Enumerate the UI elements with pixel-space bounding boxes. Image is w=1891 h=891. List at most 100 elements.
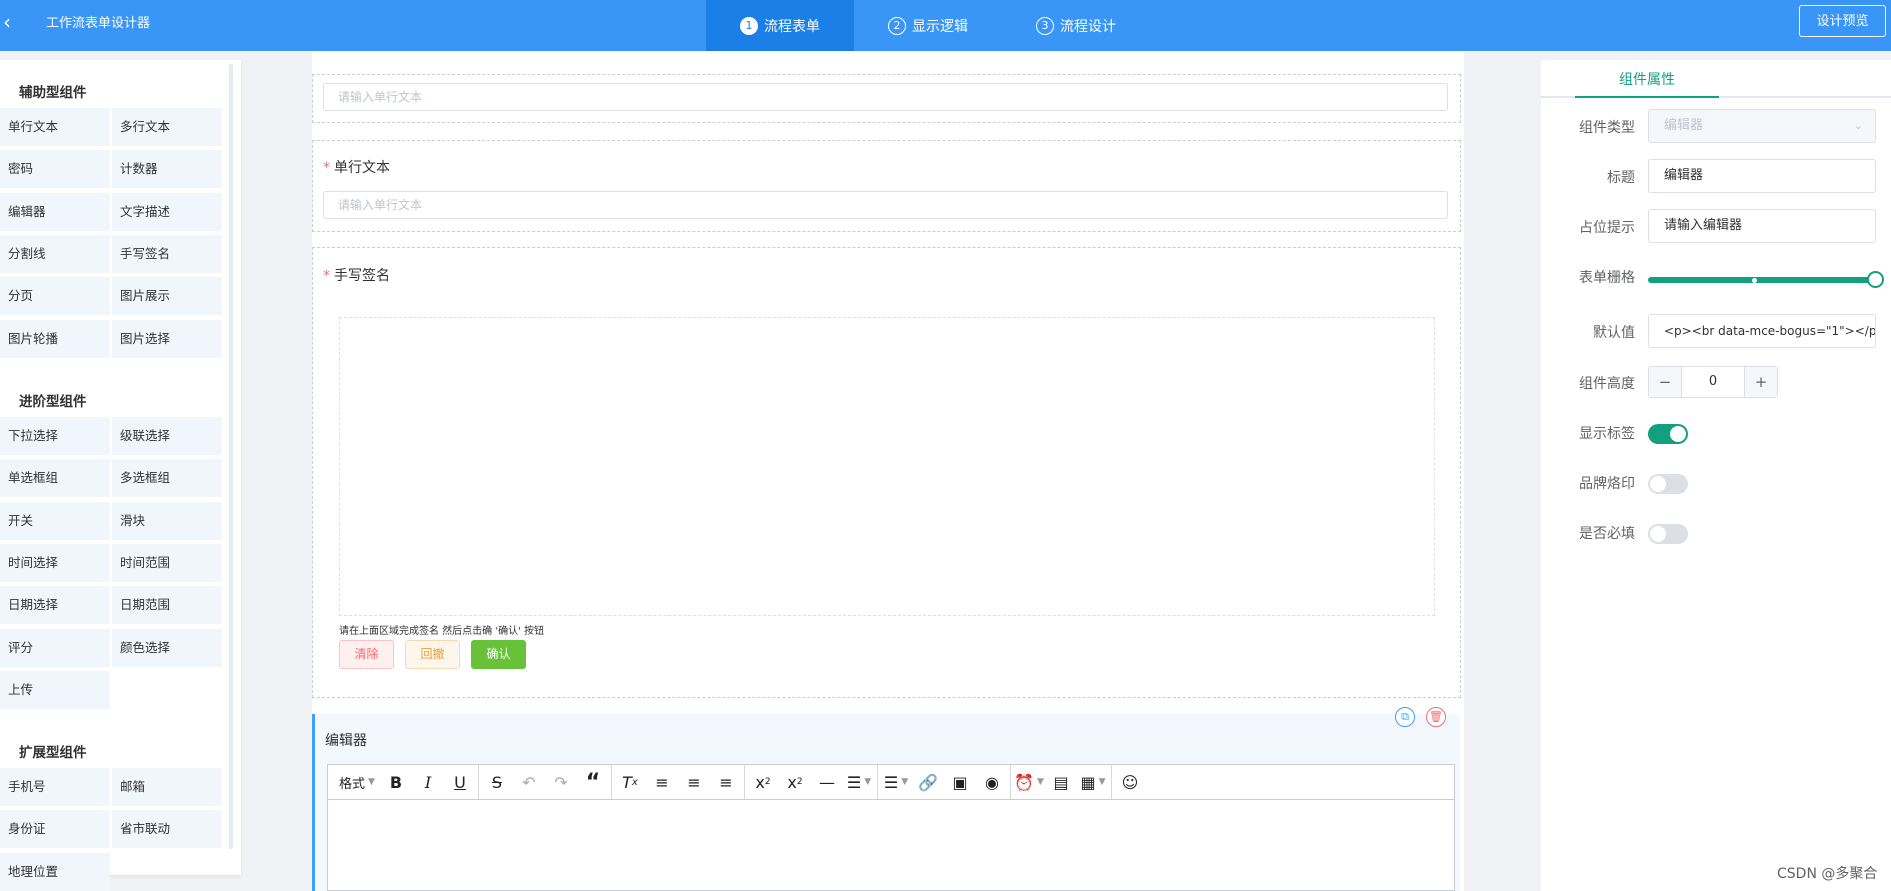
emoji-icon[interactable]: ☺ <box>1114 767 1146 797</box>
form-item-editor[interactable]: ⧉ 🗑 编辑器 格式 ▼ B I U S ↶ ↷ “ Tx ≡ ≡ ≡ x2 x2… <box>312 707 1460 891</box>
delete-icon[interactable]: 🗑 <box>1426 707 1446 727</box>
step-label: 显示逻辑 <box>912 18 968 35</box>
palette-item[interactable]: 滑块 <box>112 501 222 540</box>
blockquote-icon[interactable]: “ <box>577 767 609 797</box>
increment-button[interactable]: + <box>1745 367 1777 397</box>
palette-item[interactable]: 评分 <box>0 628 110 667</box>
time-icon[interactable]: ⏰ ▼ <box>1013 767 1045 797</box>
height-input[interactable]: 0 <box>1681 367 1745 397</box>
show-label-toggle[interactable] <box>1648 424 1688 444</box>
palette-item[interactable]: 时间选择 <box>0 543 110 582</box>
subscript-icon[interactable]: x2 <box>747 767 779 797</box>
form-item-single-line-1[interactable]: 请输入单行文本 <box>312 74 1461 123</box>
clear-format-icon[interactable]: Tx <box>614 767 646 797</box>
prop-label: 表单栅格 <box>1579 270 1635 286</box>
palette-item[interactable]: 地理位置 <box>0 852 110 891</box>
palette-item[interactable]: 手写签名 <box>112 234 222 273</box>
step-design[interactable]: 3 流程设计 <box>1002 0 1150 51</box>
align-center-icon[interactable]: ≡ <box>678 767 710 797</box>
palette-item[interactable]: 多行文本 <box>112 108 222 146</box>
superscript-icon[interactable]: x2 <box>779 767 811 797</box>
default-value-field[interactable]: <p><br data-mce-bogus="1"></p> <box>1648 314 1876 348</box>
component-type-select[interactable]: 编辑器 ⌄ <box>1648 109 1876 143</box>
palette-item[interactable]: 编辑器 <box>0 192 110 231</box>
align-right-icon[interactable]: ≡ <box>710 767 742 797</box>
palette-item[interactable]: 密码 <box>0 150 110 189</box>
palette-item[interactable]: 省市联动 <box>112 810 222 849</box>
palette-group-title: 进阶型组件 <box>19 394 87 410</box>
preview-eye-icon[interactable]: ◉ <box>976 767 1008 797</box>
prop-label: 占位提示 <box>1579 220 1635 236</box>
image-icon[interactable]: ▣ <box>944 767 976 797</box>
form-canvas: 请输入单行文本 * 单行文本 请输入单行文本 * 手写签名 请在上面区域完成签名 然… <box>312 51 1464 891</box>
palette-item[interactable]: 日期范围 <box>112 586 222 625</box>
redo-icon[interactable]: ↷ <box>545 767 577 797</box>
palette-item[interactable]: 手机号 <box>0 768 110 806</box>
bullet-list-icon[interactable]: ☰ ▼ <box>843 767 875 797</box>
align-left-icon[interactable]: ≡ <box>646 767 678 797</box>
strikethrough-icon[interactable]: S <box>481 767 513 797</box>
palette-item[interactable]: 文字描述 <box>112 192 222 231</box>
single-line-input[interactable]: 请输入单行文本 <box>323 83 1448 111</box>
title-field[interactable]: 编辑器 <box>1648 159 1876 193</box>
brand-toggle[interactable] <box>1648 474 1688 494</box>
palette-item[interactable]: 分割线 <box>0 234 110 273</box>
form-item-single-line-2[interactable]: * 单行文本 请输入单行文本 <box>312 140 1461 232</box>
prop-label: 是否必填 <box>1579 526 1635 542</box>
media-icon[interactable]: ▤ <box>1045 767 1077 797</box>
field-label: * 手写签名 <box>323 268 390 284</box>
format-dropdown[interactable]: 格式 ▼ <box>334 767 380 797</box>
palette-item[interactable]: 上传 <box>0 670 110 709</box>
palette-item[interactable]: 开关 <box>0 501 110 540</box>
palette-item[interactable]: 单行文本 <box>0 108 110 146</box>
numbered-list-icon[interactable]: ☰ ▼ <box>880 767 912 797</box>
required-toggle[interactable] <box>1648 524 1688 544</box>
palette-item[interactable]: 邮箱 <box>112 768 222 806</box>
chevron-down-icon: ⌄ <box>1853 119 1863 132</box>
palette-item[interactable]: 时间范围 <box>112 543 222 582</box>
palette-item[interactable]: 分页 <box>0 277 110 316</box>
palette-item[interactable]: 颜色选择 <box>112 628 222 667</box>
palette-item[interactable]: 单选框组 <box>0 459 110 498</box>
back-icon[interactable]: ‹ <box>0 12 14 32</box>
horizontal-rule-icon[interactable]: — <box>811 767 843 797</box>
palette-item[interactable]: 下拉选择 <box>0 417 110 455</box>
table-icon[interactable]: ▦ ▼ <box>1077 767 1109 797</box>
palette-item[interactable]: 图片轮播 <box>0 319 110 358</box>
grid-slider-track[interactable] <box>1648 277 1876 283</box>
italic-icon[interactable]: I <box>412 767 444 797</box>
form-item-signature[interactable]: * 手写签名 请在上面区域完成签名 然后点击确 '确认' 按钮 清除 回撤 确认 <box>312 247 1461 698</box>
palette-item[interactable]: 日期选择 <box>0 586 110 625</box>
step-form[interactable]: 1 流程表单 <box>706 0 854 51</box>
prop-label: 组件类型 <box>1579 120 1635 136</box>
single-line-input[interactable]: 请输入单行文本 <box>323 191 1448 219</box>
bold-icon[interactable]: B <box>380 767 412 797</box>
confirm-button[interactable]: 确认 <box>471 640 526 669</box>
undo-icon[interactable]: ↶ <box>513 767 545 797</box>
palette-item[interactable]: 图片展示 <box>112 277 222 316</box>
editor-content-area[interactable] <box>327 800 1455 891</box>
signature-pad[interactable] <box>339 317 1435 616</box>
underline-icon[interactable]: U <box>444 767 476 797</box>
step-label: 流程表单 <box>764 18 820 35</box>
step-logic[interactable]: 2 显示逻辑 <box>854 0 1002 51</box>
palette-item[interactable]: 计数器 <box>112 150 222 189</box>
clear-button[interactable]: 清除 <box>339 640 394 669</box>
field-label: 编辑器 <box>325 733 367 749</box>
preview-button[interactable]: 设计预览 <box>1799 5 1886 37</box>
link-icon[interactable]: 🔗 <box>912 767 944 797</box>
palette-scrollbar[interactable] <box>229 64 233 849</box>
placeholder-field[interactable]: 请输入编辑器 <box>1648 209 1876 243</box>
watermark: CSDN @多聚合 <box>1777 866 1878 882</box>
decrement-button[interactable]: − <box>1649 367 1681 397</box>
palette-item[interactable]: 多选框组 <box>112 459 222 498</box>
copy-icon[interactable]: ⧉ <box>1395 707 1415 727</box>
palette-item[interactable]: 身份证 <box>0 810 110 849</box>
tab-component-props[interactable]: 组件属性 <box>1575 60 1719 98</box>
grid-slider-handle[interactable] <box>1867 271 1884 288</box>
palette-item[interactable]: 级联选择 <box>112 417 222 455</box>
undo-button[interactable]: 回撤 <box>405 640 460 669</box>
palette-item[interactable]: 图片选择 <box>112 319 222 358</box>
signature-hint: 请在上面区域完成签名 然后点击确 '确认' 按钮 <box>339 626 545 637</box>
properties-panel: 组件属性 组件类型 编辑器 ⌄ 标题 编辑器 占位提示 请输入编辑器 表单栅格 默… <box>1541 60 1891 891</box>
